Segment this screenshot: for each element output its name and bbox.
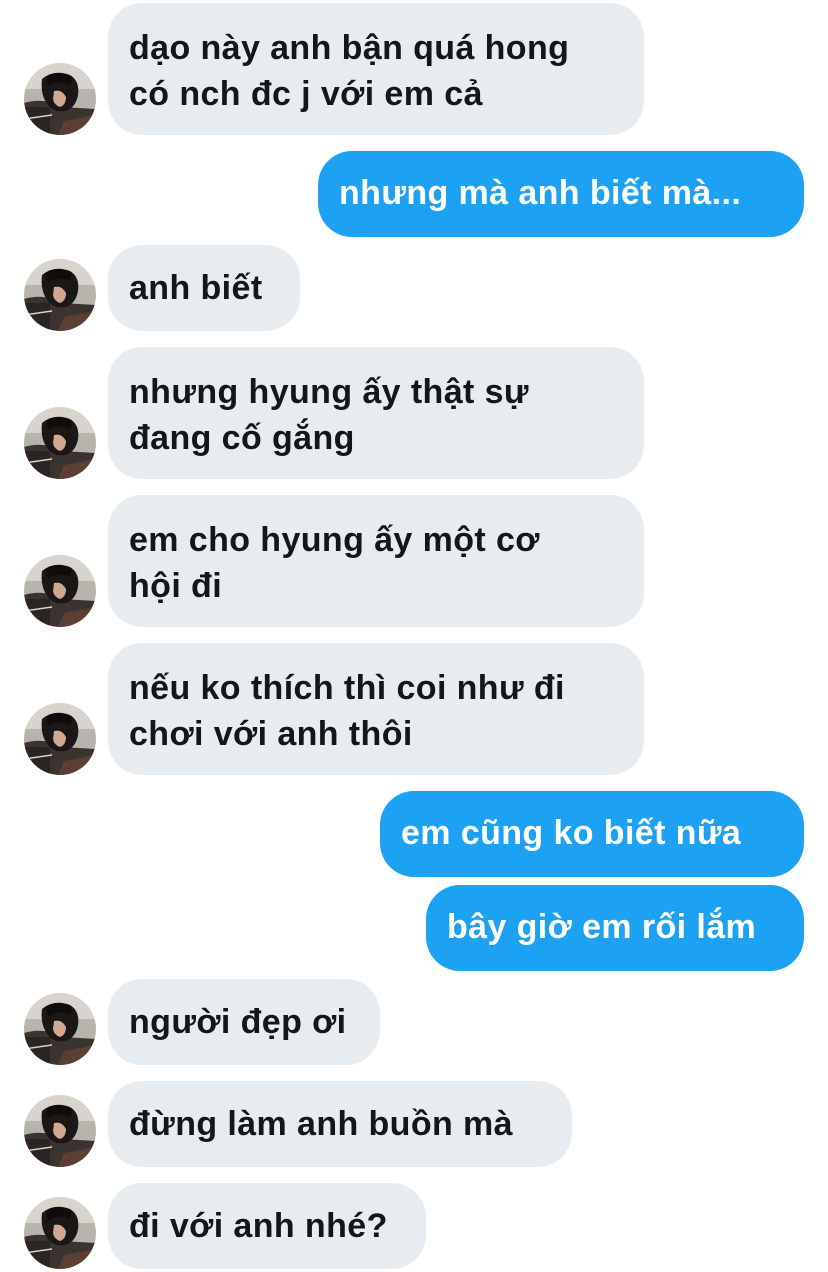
incoming-message-bubble[interactable]: nếu ko thích thì coi như đi chơi với anh… <box>108 643 644 775</box>
avatar-photo-icon <box>24 63 96 135</box>
avatar[interactable] <box>24 555 96 627</box>
outgoing-message-bubble[interactable]: nhưng mà anh biết mà... <box>318 151 804 237</box>
incoming-message-bubble[interactable]: anh biết <box>108 245 300 331</box>
avatar[interactable] <box>24 993 96 1065</box>
incoming-message-bubble[interactable]: đừng làm anh buồn mà <box>108 1081 572 1167</box>
avatar-photo-icon <box>24 1095 96 1167</box>
avatar-photo-icon <box>24 407 96 479</box>
avatar[interactable] <box>24 1095 96 1167</box>
avatar-photo-icon <box>24 993 96 1065</box>
incoming-message-bubble[interactable]: em cho hyung ấy một cơ hội đi <box>108 495 644 627</box>
incoming-message-bubble[interactable]: đi với anh nhé? <box>108 1183 426 1269</box>
avatar[interactable] <box>24 703 96 775</box>
outgoing-message-bubble[interactable]: bây giờ em rối lắm <box>426 885 804 971</box>
avatar-photo-icon <box>24 703 96 775</box>
incoming-message-bubble[interactable]: người đẹp ơi <box>108 979 380 1065</box>
avatar-photo-icon <box>24 1197 96 1269</box>
outgoing-message-bubble[interactable]: em cũng ko biết nữa <box>380 791 804 877</box>
avatar-photo-icon <box>24 259 96 331</box>
avatar-photo-icon <box>24 555 96 627</box>
incoming-message-bubble[interactable]: nhưng hyung ấy thật sự đang cố gắng <box>108 347 644 479</box>
incoming-message-bubble[interactable]: dạo này anh bận quá hong có nch đc j với… <box>108 3 644 135</box>
avatar[interactable] <box>24 259 96 331</box>
avatar[interactable] <box>24 63 96 135</box>
avatar[interactable] <box>24 1197 96 1269</box>
avatar[interactable] <box>24 407 96 479</box>
